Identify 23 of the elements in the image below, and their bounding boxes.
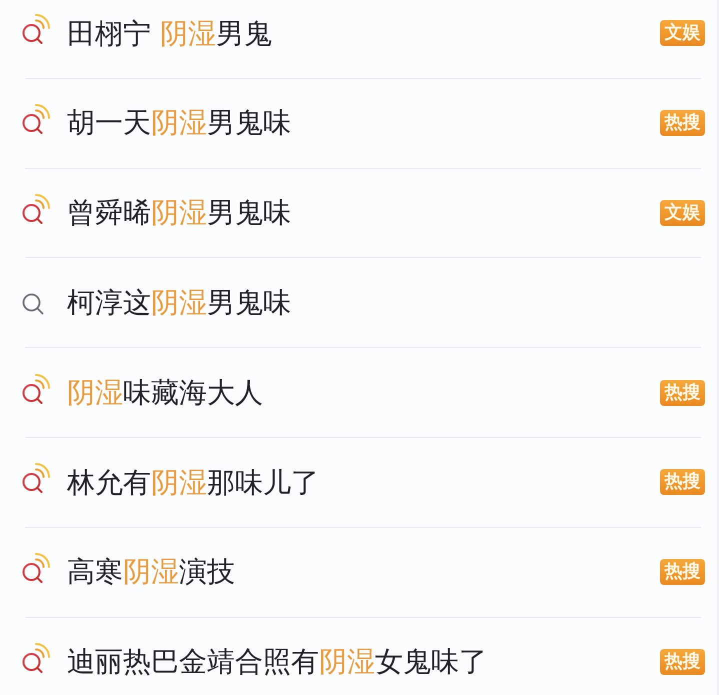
- category-tag: 热搜: [660, 559, 705, 586]
- search-suggestion[interactable]: 林允有阴湿那味儿了: [67, 466, 660, 500]
- category-tag: 热搜: [660, 380, 705, 406]
- search-suggestion[interactable]: 迪丽热巴金靖合照有阴湿女鬼味了: [67, 645, 660, 679]
- hot-search-icon: [22, 104, 50, 134]
- category-tag: 热搜: [660, 110, 705, 136]
- hot-search-icon: [22, 194, 50, 224]
- search-suggestion[interactable]: 高寒阴湿演技: [67, 555, 660, 589]
- search-suggestion[interactable]: 胡一天阴湿男鬼味: [67, 106, 660, 140]
- search-suggestion[interactable]: 曾舜晞阴湿男鬼味: [67, 196, 660, 230]
- hot-search-icon: [22, 553, 50, 584]
- search-suggestion[interactable]: 田栩宁 阴湿男鬼: [67, 16, 660, 50]
- hot-search-icon: [22, 14, 50, 44]
- category-tag: 文娱: [660, 200, 705, 226]
- hot-search-icon: [22, 642, 50, 673]
- search-suggestion[interactable]: 柯淳这阴湿男鬼味: [67, 286, 705, 320]
- hot-search-icon: [22, 463, 50, 494]
- hot-search-icon: [22, 374, 50, 404]
- search-suggestion[interactable]: 阴湿味藏海大人: [67, 376, 660, 410]
- search-icon: [22, 292, 44, 315]
- category-tag: 热搜: [660, 469, 705, 496]
- category-tag: 热搜: [660, 648, 705, 675]
- category-tag: 文娱: [660, 20, 705, 46]
